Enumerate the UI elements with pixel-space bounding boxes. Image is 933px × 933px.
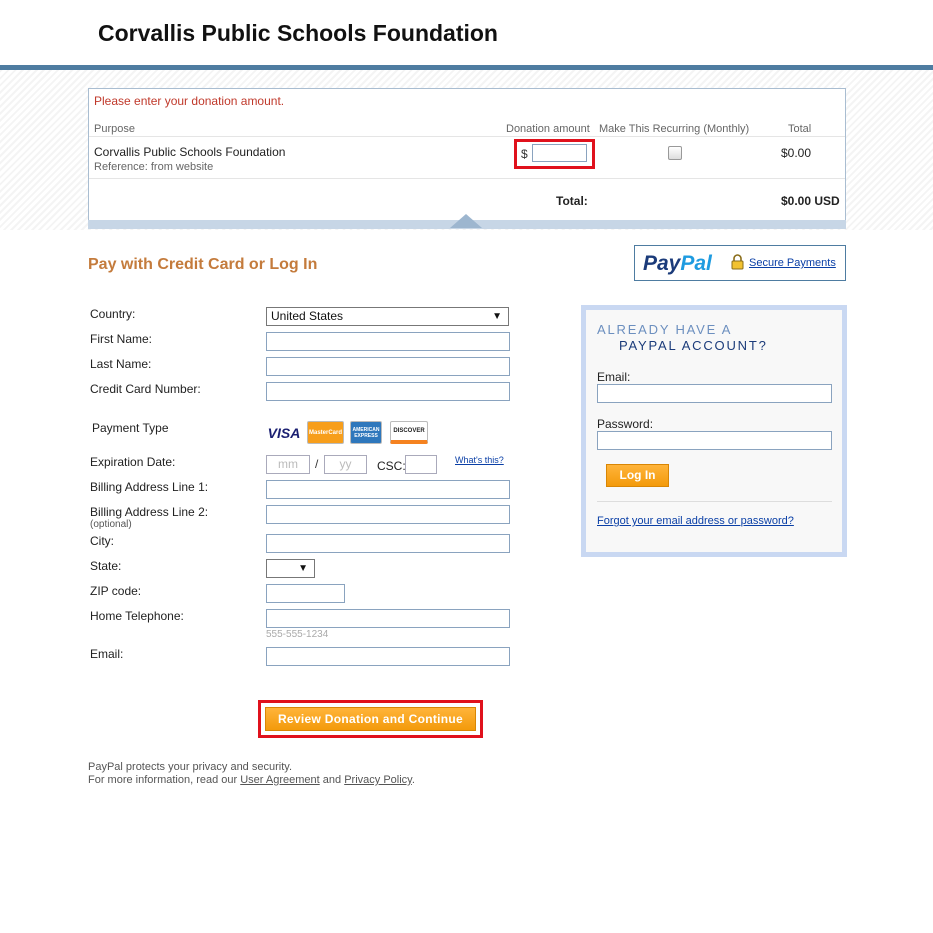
page-title: Corvallis Public Schools Foundation <box>98 20 498 46</box>
whats-this-link[interactable]: What's this? <box>455 455 504 465</box>
zip-input[interactable] <box>266 584 345 603</box>
login-email-input[interactable] <box>597 384 832 403</box>
pay-section-title: Pay with Credit Card or Log In <box>88 256 318 273</box>
first-name-input[interactable] <box>266 332 510 351</box>
amex-icon: AMERICAN EXPRESS <box>350 421 382 444</box>
item-total: $0.00 <box>781 146 812 160</box>
total-label: Total: <box>556 194 588 208</box>
total-value: $0.00 USD <box>781 194 840 208</box>
currency-symbol: $ <box>521 147 528 161</box>
item-reference: Reference: from website <box>94 161 214 173</box>
country-select[interactable]: United States ▼ <box>266 307 509 326</box>
lock-icon <box>731 254 744 270</box>
billing-line2-input[interactable] <box>266 505 510 524</box>
exp-year-input[interactable]: yy <box>324 455 367 474</box>
donation-amount-input[interactable] <box>532 144 587 162</box>
review-donation-button[interactable]: Review Donation and Continue <box>265 707 476 731</box>
expiration-label: Expiration Date: <box>90 455 176 469</box>
billing-line1-label: Billing Address Line 1: <box>90 480 209 494</box>
phone-hint: 555-555-1234 <box>266 629 329 640</box>
csc-label: CSC: <box>377 459 406 473</box>
phone-label: Home Telephone: <box>90 609 184 623</box>
column-recurring: Make This Recurring (Monthly) <box>599 123 750 135</box>
city-label: City: <box>90 534 114 548</box>
paypal-logo: PayPal <box>643 252 712 275</box>
exp-month-input[interactable]: mm <box>266 455 310 474</box>
city-input[interactable] <box>266 534 510 553</box>
privacy-links: For more information, read our User Agre… <box>88 774 415 786</box>
dropdown-arrow-icon: ▼ <box>298 563 308 574</box>
error-message: Please enter your donation amount. <box>94 94 285 108</box>
payment-type-label: Payment Type <box>92 421 169 435</box>
optional-note: (optional) <box>90 519 132 530</box>
cart-divider <box>89 136 845 137</box>
cart-divider <box>89 178 845 179</box>
login-heading-1: ALREADY HAVE A <box>597 322 733 337</box>
discover-icon: DISCOVER <box>390 421 428 444</box>
secure-payments-link[interactable]: Secure Payments <box>749 257 836 269</box>
mastercard-icon: MasterCard <box>307 421 344 444</box>
forgot-password-link[interactable]: Forgot your email address or password? <box>597 515 794 527</box>
billing-line1-input[interactable] <box>266 480 510 499</box>
visa-icon: VISA <box>267 424 301 441</box>
exp-separator: / <box>315 457 319 471</box>
card-number-input[interactable] <box>266 382 510 401</box>
column-total: Total <box>788 123 812 135</box>
zip-label: ZIP code: <box>90 584 142 598</box>
dropdown-arrow-icon: ▼ <box>492 311 502 322</box>
column-purpose: Purpose <box>94 123 135 135</box>
email-label: Email: <box>90 647 124 661</box>
login-heading-2: PAYPAL ACCOUNT? <box>619 338 768 353</box>
card-number-label: Credit Card Number: <box>90 382 201 396</box>
collapse-arrow-icon[interactable] <box>450 214 482 228</box>
last-name-input[interactable] <box>266 357 510 376</box>
country-label: Country: <box>90 307 136 321</box>
user-agreement-link[interactable]: User Agreement <box>240 774 319 786</box>
recurring-checkbox[interactable] <box>668 146 682 160</box>
privacy-note: PayPal protects your privacy and securit… <box>88 761 292 773</box>
login-email-label: Email: <box>597 370 631 384</box>
last-name-label: Last Name: <box>90 357 152 371</box>
login-password-input[interactable] <box>597 431 832 450</box>
csc-input[interactable] <box>405 455 437 474</box>
state-select[interactable]: ▼ <box>266 559 315 578</box>
email-input[interactable] <box>266 647 510 666</box>
state-label: State: <box>90 559 122 573</box>
login-password-label: Password: <box>597 417 654 431</box>
first-name-label: First Name: <box>90 332 153 346</box>
privacy-policy-link[interactable]: Privacy Policy <box>344 774 412 786</box>
phone-input[interactable] <box>266 609 510 628</box>
column-donation-amount: Donation amount <box>506 123 590 135</box>
login-divider <box>597 501 832 502</box>
billing-line2-label: Billing Address Line 2: <box>90 505 209 519</box>
item-purpose: Corvallis Public Schools Foundation <box>94 145 286 159</box>
login-button[interactable]: Log In <box>606 464 669 487</box>
